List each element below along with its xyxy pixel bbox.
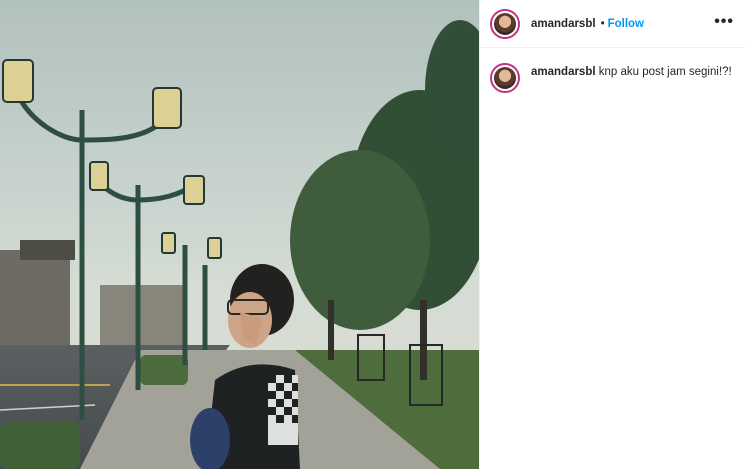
caption-text: knp aku post jam segini!?! [598,66,732,78]
avatar-image [494,12,516,35]
separator-dot: • [600,17,605,30]
photo-scene [0,0,479,469]
follow-button[interactable]: Follow [608,18,644,30]
caption-comment: amandarsbl knp aku post jam segini!?! [480,48,745,93]
post-photo[interactable] [0,0,479,469]
post-header: amandarsbl • Follow ••• [480,0,745,48]
avatar-image [494,67,516,89]
post-username[interactable]: amandarsbl [531,18,596,30]
more-options-icon[interactable]: ••• [714,14,734,30]
post-sidebar: amandarsbl • Follow ••• amandarsbl knp a… [479,0,745,469]
caption-username[interactable]: amandarsbl [531,66,596,78]
profile-avatar[interactable] [490,8,520,39]
caption-avatar[interactable] [490,63,520,93]
caption-text-block: amandarsbl knp aku post jam segini!?! [531,65,732,79]
